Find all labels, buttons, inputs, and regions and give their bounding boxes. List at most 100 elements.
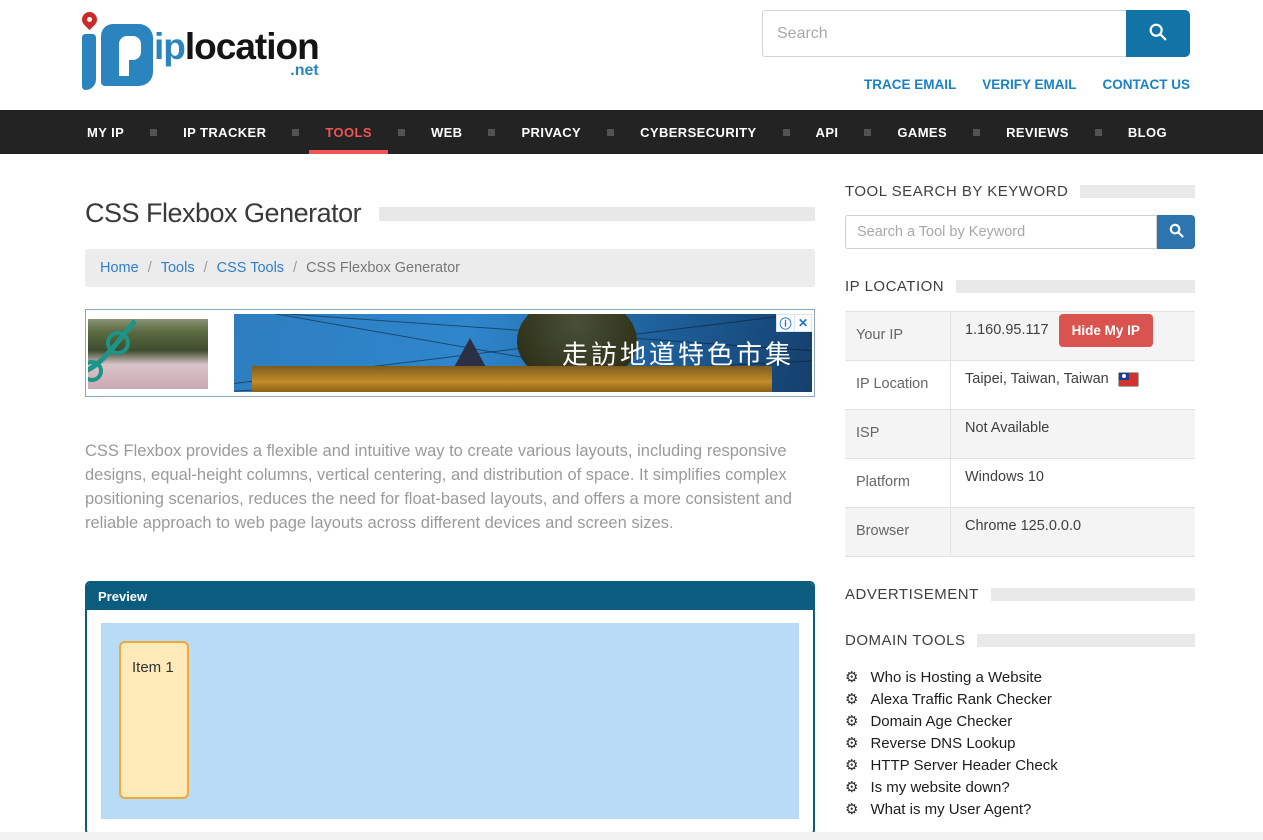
- main-nav: MY IP IP TRACKER TOOLS WEB PRIVACY CYBER…: [0, 110, 1263, 154]
- gear-icon: ⚙: [845, 736, 858, 751]
- tool-search-button[interactable]: [1157, 215, 1195, 249]
- table-row: ISP Not Available: [845, 410, 1195, 459]
- nav-item-cybersecurity[interactable]: CYBERSECURITY: [638, 110, 758, 154]
- nav-item-my-ip[interactable]: MY IP: [85, 110, 126, 154]
- site-logo[interactable]: iplocation .net: [76, 10, 319, 94]
- ip-row-label: Platform: [845, 459, 951, 507]
- ip-info-table: Your IP 1.160.95.117 Hide My IP IP Locat…: [845, 311, 1195, 557]
- ip-row-label: ISP: [845, 410, 951, 458]
- verify-email-link[interactable]: VERIFY EMAIL: [982, 77, 1076, 92]
- page-title: CSS Flexbox Generator: [85, 198, 361, 229]
- site-search-input[interactable]: [762, 10, 1126, 57]
- map-pin-icon: [79, 9, 100, 30]
- page-bottom-strip: [0, 832, 1263, 840]
- nav-item-games[interactable]: GAMES: [895, 110, 949, 154]
- nav-item-reviews[interactable]: REVIEWS: [1004, 110, 1071, 154]
- domain-tool-who-is-hosting[interactable]: ⚙ Who is Hosting a Website: [845, 666, 1195, 688]
- flexbox-preview-item: Item 1: [119, 641, 189, 799]
- logo-text: iplocation .net: [154, 28, 319, 79]
- table-row: Platform Windows 10: [845, 459, 1195, 508]
- nav-item-tools[interactable]: TOOLS: [323, 110, 374, 154]
- domain-tool-reverse-dns[interactable]: ⚙ Reverse DNS Lookup: [845, 732, 1195, 754]
- domain-tools-list: ⚙ Who is Hosting a Website ⚙ Alexa Traff…: [845, 666, 1195, 820]
- search-icon: [1147, 21, 1169, 46]
- tool-search-input[interactable]: [845, 215, 1157, 249]
- browser-value: Chrome 125.0.0.0: [965, 518, 1081, 534]
- heading-decorative-bar: [956, 280, 1195, 293]
- breadcrumb-home[interactable]: Home: [100, 260, 139, 276]
- breadcrumb-separator: /: [204, 260, 208, 276]
- advertisement-heading: ADVERTISEMENT: [845, 586, 979, 603]
- breadcrumb-separator: /: [293, 260, 297, 276]
- gear-icon: ⚙: [845, 758, 858, 773]
- table-row: Browser Chrome 125.0.0.0: [845, 508, 1195, 557]
- site-header: iplocation .net TRACE EMAIL VERIFY EMAIL…: [0, 0, 1263, 110]
- breadcrumb-separator: /: [148, 260, 152, 276]
- logo-p-shape: [101, 24, 153, 86]
- ad-banner: 走訪地道特色市集 ⓘ ✕: [85, 309, 815, 397]
- nav-item-blog[interactable]: BLOG: [1126, 110, 1169, 154]
- ad-close-icon[interactable]: ✕: [794, 315, 811, 331]
- ad-route-graphic: [88, 319, 208, 389]
- breadcrumb-css-tools[interactable]: CSS Tools: [217, 260, 284, 276]
- breadcrumb-tools[interactable]: Tools: [161, 260, 195, 276]
- tool-description: CSS Flexbox provides a flexible and intu…: [85, 439, 815, 535]
- hide-my-ip-button[interactable]: Hide My IP: [1059, 314, 1153, 347]
- nav-separator: [864, 129, 871, 136]
- nav-separator: [783, 129, 790, 136]
- nav-separator: [1095, 129, 1102, 136]
- nav-item-api[interactable]: API: [814, 110, 841, 154]
- nav-item-web[interactable]: WEB: [429, 110, 465, 154]
- table-row: IP Location Taipei, Taiwan, Taiwan: [845, 361, 1195, 410]
- logo-i-shape: [82, 34, 96, 90]
- logo-location: location: [185, 26, 319, 67]
- gear-icon: ⚙: [845, 780, 858, 795]
- preview-panel-title: Preview: [87, 583, 813, 610]
- tool-search-heading: TOOL SEARCH BY KEYWORD: [845, 183, 1068, 200]
- nav-item-privacy[interactable]: PRIVACY: [519, 110, 583, 154]
- ip-row-label: Browser: [845, 508, 951, 556]
- taiwan-flag-icon: [1119, 373, 1138, 386]
- domain-tool-user-agent[interactable]: ⚙ What is my User Agent?: [845, 798, 1195, 820]
- ip-location-value: Taipei, Taiwan, Taiwan: [965, 371, 1109, 387]
- nav-separator: [607, 129, 614, 136]
- ad-caption: 走訪地道特色市集: [562, 335, 794, 372]
- table-row: Your IP 1.160.95.117 Hide My IP: [845, 312, 1195, 361]
- logo-ip: ip: [154, 26, 185, 67]
- ip-location-heading: IP LOCATION: [845, 278, 944, 295]
- domain-tool-alexa-rank[interactable]: ⚙ Alexa Traffic Rank Checker: [845, 688, 1195, 710]
- domain-tool-website-down[interactable]: ⚙ Is my website down?: [845, 776, 1195, 798]
- site-search-button[interactable]: [1126, 10, 1190, 57]
- ip-row-label: IP Location: [845, 361, 951, 409]
- gear-icon: ⚙: [845, 692, 858, 707]
- platform-value: Windows 10: [965, 469, 1044, 485]
- nav-separator: [973, 129, 980, 136]
- ip-row-label: Your IP: [845, 312, 951, 360]
- title-decorative-bar: [379, 207, 815, 221]
- gear-icon: ⚙: [845, 670, 858, 685]
- flexbox-preview-container: Item 1: [101, 623, 799, 819]
- logo-mark-icon: [76, 10, 154, 94]
- ad-left-image[interactable]: [88, 319, 208, 389]
- isp-value: Not Available: [965, 420, 1049, 436]
- breadcrumb-current: CSS Flexbox Generator: [306, 260, 460, 276]
- heading-decorative-bar: [977, 634, 1195, 647]
- nav-separator: [398, 129, 405, 136]
- ad-info-icon[interactable]: ⓘ: [777, 315, 794, 331]
- domain-tool-http-header[interactable]: ⚙ HTTP Server Header Check: [845, 754, 1195, 776]
- nav-separator: [292, 129, 299, 136]
- trace-email-link[interactable]: TRACE EMAIL: [864, 77, 956, 92]
- nav-item-ip-tracker[interactable]: IP TRACKER: [181, 110, 268, 154]
- header-links: TRACE EMAIL VERIFY EMAIL CONTACT US: [762, 77, 1190, 92]
- search-icon: [1168, 222, 1185, 242]
- nav-separator: [150, 129, 157, 136]
- ad-main-image[interactable]: 走訪地道特色市集 ⓘ ✕: [234, 314, 812, 392]
- breadcrumb: Home / Tools / CSS Tools / CSS Flexbox G…: [85, 249, 815, 287]
- contact-us-link[interactable]: CONTACT US: [1103, 77, 1191, 92]
- gear-icon: ⚙: [845, 714, 858, 729]
- heading-decorative-bar: [991, 588, 1195, 601]
- domain-tool-domain-age[interactable]: ⚙ Domain Age Checker: [845, 710, 1195, 732]
- domain-tools-heading: DOMAIN TOOLS: [845, 632, 965, 649]
- your-ip-value: 1.160.95.117: [965, 322, 1049, 338]
- nav-separator: [488, 129, 495, 136]
